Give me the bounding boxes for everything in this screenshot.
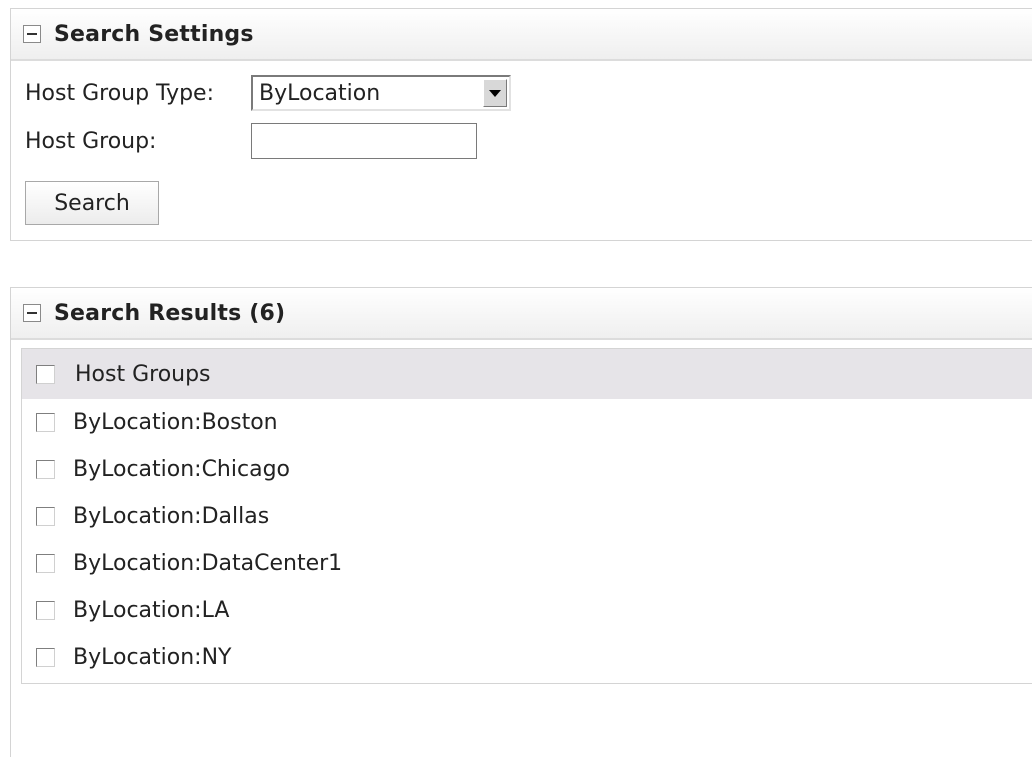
results-table: Host Groups ByLocation:Boston ByLocation…	[21, 348, 1032, 684]
table-row: ByLocation:Boston	[22, 399, 1032, 446]
search-results-header: Search Results (6)	[11, 288, 1032, 340]
results-table-header: Host Groups	[22, 349, 1032, 399]
host-group-input[interactable]	[251, 123, 477, 159]
table-row: ByLocation:LA	[22, 587, 1032, 634]
row-label: ByLocation:Boston	[73, 410, 278, 435]
column-header-host-groups: Host Groups	[75, 361, 211, 387]
host-group-row: Host Group:	[25, 123, 477, 159]
chevron-down-icon[interactable]	[483, 79, 507, 107]
table-row: ByLocation:Chicago	[22, 446, 1032, 493]
row-checkbox[interactable]	[36, 554, 55, 573]
table-row: ByLocation:Dallas	[22, 493, 1032, 540]
row-checkbox[interactable]	[36, 507, 55, 526]
host-group-type-label: Host Group Type:	[25, 80, 214, 106]
table-row: ByLocation:NY	[22, 634, 1032, 681]
host-group-type-select[interactable]: ByLocation	[251, 75, 511, 111]
row-checkbox[interactable]	[36, 413, 55, 432]
search-button[interactable]: Search	[25, 181, 159, 225]
select-all-checkbox[interactable]	[36, 364, 55, 384]
host-group-type-row: Host Group Type: ByLocation	[25, 75, 511, 111]
row-label: ByLocation:Chicago	[73, 457, 290, 482]
row-checkbox[interactable]	[36, 601, 55, 620]
host-group-type-value: ByLocation	[259, 80, 381, 106]
collapse-icon[interactable]	[23, 25, 41, 43]
search-settings-title: Search Settings	[54, 21, 254, 47]
row-label: ByLocation:NY	[73, 645, 232, 670]
search-settings-header: Search Settings	[11, 9, 1032, 61]
search-results-panel: Search Results (6) Host Groups ByLocatio…	[10, 287, 1032, 757]
search-settings-panel: Search Settings Host Group Type: ByLocat…	[10, 8, 1032, 241]
search-results-title: Search Results (6)	[54, 300, 286, 326]
row-label: ByLocation:LA	[73, 598, 230, 623]
table-row: ByLocation:DataCenter1	[22, 540, 1032, 587]
row-checkbox[interactable]	[36, 648, 55, 667]
row-checkbox[interactable]	[36, 460, 55, 479]
row-label: ByLocation:Dallas	[73, 504, 270, 529]
row-label: ByLocation:DataCenter1	[73, 551, 343, 576]
collapse-icon[interactable]	[23, 304, 41, 322]
host-group-label: Host Group:	[25, 128, 157, 154]
